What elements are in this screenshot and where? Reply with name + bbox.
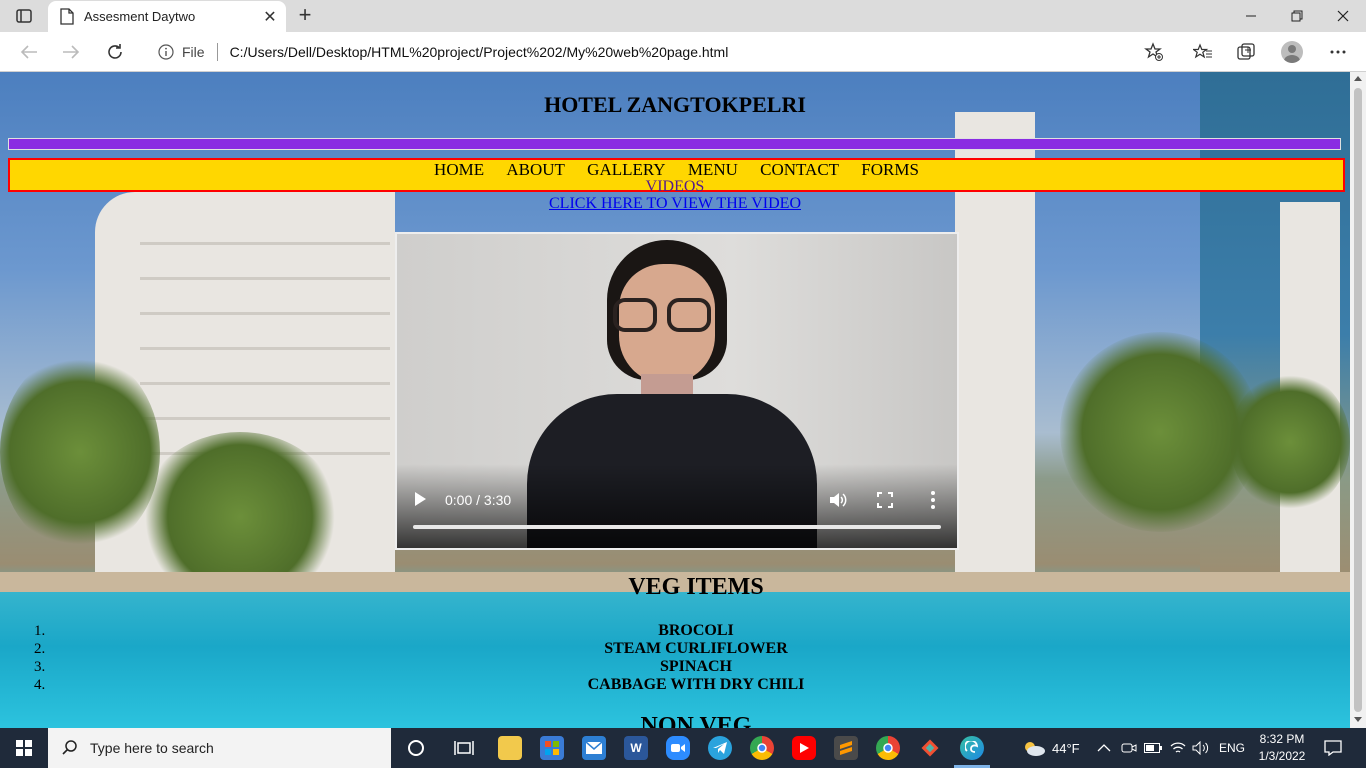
veg-items-list: BROCOLI STEAM CURLIFLOWER SPINACH CABBAG…: [0, 622, 1350, 694]
chrome-icon[interactable]: [750, 736, 774, 760]
balcony-line: [140, 312, 390, 315]
weather-icon: [1025, 742, 1045, 756]
address-separator: [216, 43, 218, 61]
search-placeholder: Type here to search: [90, 740, 214, 756]
favorites-icon[interactable]: [1188, 38, 1218, 66]
purple-divider-bar: [8, 138, 1341, 150]
meet-now-icon[interactable]: [1121, 728, 1137, 768]
nav-home-link[interactable]: HOME: [434, 160, 484, 180]
play-icon[interactable]: [415, 492, 426, 506]
veg-items-heading: VEG ITEMS: [628, 574, 764, 600]
palm-tree: [0, 352, 160, 552]
list-item: BROCOLI: [658, 622, 734, 639]
wifi-icon[interactable]: [1170, 728, 1186, 768]
list-item: STEAM CURLIFLOWER: [604, 640, 788, 657]
nav-gallery-link[interactable]: GALLERY: [587, 160, 665, 180]
balcony-line: [140, 417, 390, 420]
weather-widget[interactable]: 44°F: [1022, 728, 1080, 768]
more-options-icon[interactable]: [1323, 38, 1353, 66]
collections-icon[interactable]: [1231, 38, 1261, 66]
page-icon: [60, 8, 74, 25]
list-item: SPINACH: [659, 658, 732, 675]
palm-tree: [1230, 372, 1350, 512]
weather-temperature: 44°F: [1052, 740, 1080, 756]
tab-title: Assesment Daytwo: [84, 9, 196, 24]
url-text[interactable]: C:/Users/Dell/Desktop/HTML%20project/Pro…: [230, 44, 729, 60]
balcony-line: [140, 277, 390, 280]
video-player[interactable]: 0:00 / 3:30: [395, 232, 959, 550]
word-icon[interactable]: W: [624, 736, 648, 760]
view-video-link[interactable]: CLICK HERE TO VIEW THE VIDEO: [0, 195, 1350, 213]
balcony-line: [140, 382, 390, 385]
page-title: HOTEL ZANGTOKPELRI: [544, 92, 806, 117]
info-icon[interactable]: [158, 44, 174, 60]
nav-about-link[interactable]: ABOUT: [506, 160, 565, 180]
telegram-icon[interactable]: [708, 736, 732, 760]
youtube-icon[interactable]: [792, 736, 816, 760]
video-person-glasses: [613, 298, 657, 332]
volume-icon[interactable]: [829, 492, 847, 508]
refresh-icon[interactable]: [100, 38, 130, 66]
page-viewport: HOTEL ZANGTOKPELRI HOME ABOUT GALLERY ME…: [0, 72, 1350, 728]
close-window-icon[interactable]: [1320, 0, 1366, 32]
video-person-glasses: [667, 298, 711, 332]
video-progress-bar[interactable]: [413, 525, 941, 529]
sublime-text-icon[interactable]: [834, 736, 858, 760]
tab-actions-icon[interactable]: [10, 6, 38, 26]
language-indicator[interactable]: ENG: [1219, 728, 1245, 768]
mail-icon[interactable]: [582, 736, 606, 760]
volume-tray-icon[interactable]: [1192, 728, 1210, 768]
git-icon[interactable]: [918, 736, 942, 760]
search-icon: [62, 740, 77, 755]
nav-contact-link[interactable]: CONTACT: [760, 160, 839, 180]
scroll-down-icon[interactable]: [1354, 717, 1362, 722]
minimize-icon[interactable]: [1228, 0, 1274, 32]
zoom-icon[interactable]: [666, 736, 690, 760]
edge-icon[interactable]: [960, 736, 984, 760]
chrome-icon[interactable]: [876, 736, 900, 760]
profile-avatar[interactable]: [1277, 38, 1307, 66]
balcony-line: [140, 242, 390, 245]
browser-tab-bar: Assesment Daytwo ✕ +: [0, 0, 1366, 32]
avatar: [1281, 41, 1303, 63]
taskbar-clock[interactable]: 8:32 PM 1/3/2022: [1252, 731, 1312, 765]
scroll-up-icon[interactable]: [1354, 76, 1362, 81]
list-item: CABBAGE WITH DRY CHILI: [587, 676, 805, 693]
balcony-line: [140, 347, 390, 350]
forward-arrow-icon[interactable]: [56, 38, 86, 66]
address-bar[interactable]: File C:/Users/Dell/Desktop/HTML%20projec…: [144, 36, 1174, 68]
windows-taskbar: Type here to search W 44°F ENG 8:32 PM 1…: [0, 728, 1366, 768]
task-view-icon[interactable]: [452, 736, 476, 760]
fullscreen-icon[interactable]: [877, 492, 893, 508]
restore-icon[interactable]: [1274, 0, 1320, 32]
browser-toolbar: File C:/Users/Dell/Desktop/HTML%20projec…: [0, 32, 1366, 72]
file-explorer-icon[interactable]: [498, 736, 522, 760]
microsoft-store-icon[interactable]: [540, 736, 564, 760]
back-arrow-icon[interactable]: [14, 38, 44, 66]
nav-menu: HOME ABOUT GALLERY MENU CONTACT FORMS: [10, 160, 1343, 180]
clock-date: 1/3/2022: [1258, 749, 1306, 763]
nav-videos-link[interactable]: VIDEOS: [0, 178, 1350, 196]
taskbar-search-box[interactable]: Type here to search: [48, 728, 391, 768]
nav-forms-link[interactable]: FORMS: [861, 160, 919, 180]
scroll-thumb[interactable]: [1354, 88, 1362, 712]
browser-tab[interactable]: Assesment Daytwo ✕: [48, 1, 286, 32]
clock-time: 8:32 PM: [1259, 732, 1305, 746]
video-more-icon[interactable]: [927, 490, 939, 510]
notifications-icon[interactable]: [1324, 728, 1342, 768]
close-tab-icon[interactable]: ✕: [260, 7, 280, 27]
add-favorite-icon[interactable]: [1144, 42, 1164, 67]
new-tab-button[interactable]: +: [292, 4, 318, 28]
nav-menu-link[interactable]: MENU: [688, 160, 738, 180]
cortana-icon[interactable]: [404, 736, 428, 760]
non-veg-heading: NON VEG: [640, 713, 752, 728]
page-scrollbar[interactable]: [1350, 72, 1366, 728]
tray-chevron-up-icon[interactable]: [1097, 728, 1111, 768]
windows-start-icon[interactable]: [0, 728, 48, 768]
battery-icon[interactable]: [1144, 728, 1162, 768]
video-time: 0:00 / 3:30: [445, 492, 512, 508]
file-label: File: [182, 44, 205, 60]
